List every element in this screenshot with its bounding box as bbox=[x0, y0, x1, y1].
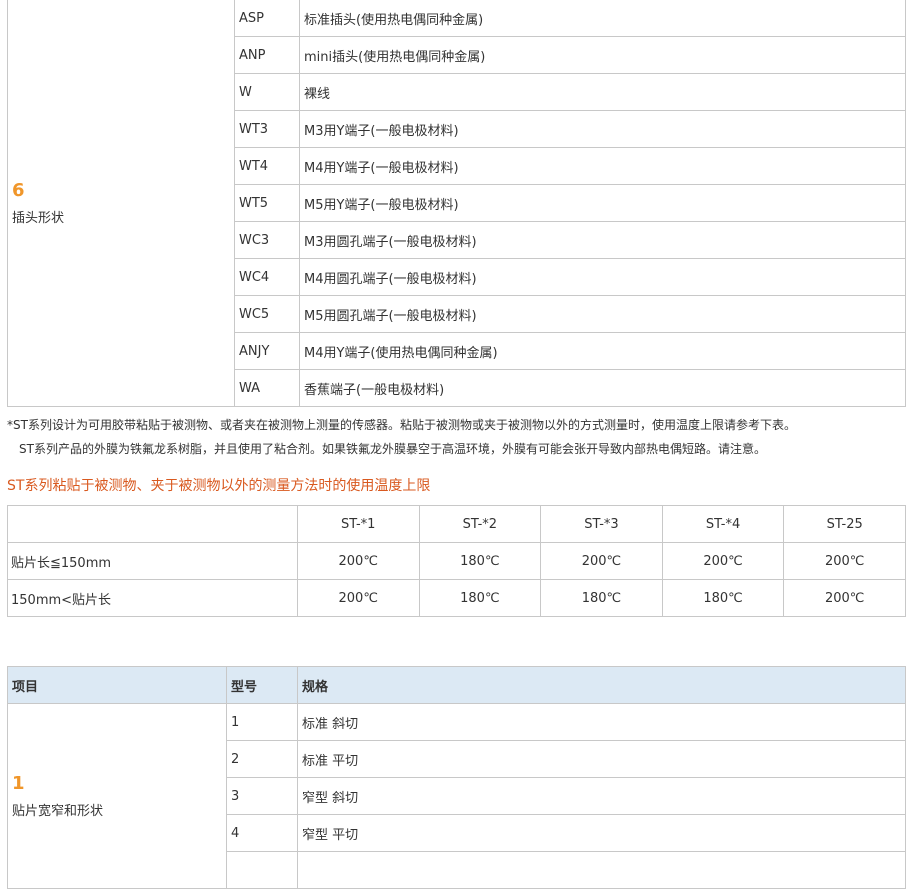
model-code: WC4 bbox=[234, 258, 300, 296]
model-code: WT3 bbox=[234, 110, 300, 148]
plug-shape-table: 6 插头形状 ASP 标准插头(使用热电偶同种金属) ANP mini插头(使用热… bbox=[7, 0, 906, 407]
model-desc: 窄型 斜切 bbox=[297, 777, 906, 815]
model-code: 4 bbox=[226, 814, 298, 852]
note-line-1: *ST系列设计为可用胶带粘贴于被测物、或者夹在被测物上测量的传感器。粘贴于被测物… bbox=[7, 418, 796, 432]
model-code bbox=[226, 851, 298, 889]
temp-cell: 200℃ bbox=[296, 542, 420, 580]
temperature-limit-table: ST-*1 ST-*2 ST-*3 ST-*4 ST-25 贴片长≦150mm … bbox=[7, 505, 906, 617]
model-desc bbox=[297, 851, 906, 889]
model-desc: 标准插头(使用热电偶同种金属) bbox=[299, 0, 906, 37]
model-desc: M3用圆孔端子(一般电极材料) bbox=[299, 221, 906, 259]
header-model: 型号 bbox=[226, 666, 298, 704]
model-code: ANJY bbox=[234, 332, 300, 370]
model-desc: M4用圆孔端子(一般电极材料) bbox=[299, 258, 906, 296]
temp-cell: 200℃ bbox=[661, 542, 785, 580]
table-row: 150mm<贴片长 200℃ 180℃ 180℃ 180℃ 200℃ bbox=[7, 579, 906, 617]
section-cell: 6 插头形状 bbox=[7, 0, 235, 407]
header-cell: ST-25 bbox=[783, 505, 906, 543]
note-line-2: ST系列产品的外膜为铁氟龙系树脂，并且使用了粘合剂。如果铁氟龙外膜暴空于高温环境… bbox=[19, 442, 766, 456]
row-label: 150mm<贴片长 bbox=[7, 579, 298, 617]
header-cell: ST-*1 bbox=[296, 505, 420, 543]
model-code: WT4 bbox=[234, 147, 300, 185]
model-desc: 标准 斜切 bbox=[297, 703, 906, 741]
section-label: 贴片宽窄和形状 bbox=[12, 804, 104, 819]
model-desc: 香蕉端子(一般电极材料) bbox=[299, 369, 906, 407]
model-desc: M4用Y端子(一般电极材料) bbox=[299, 147, 906, 185]
table-header-row: 项目 型号 规格 bbox=[7, 666, 906, 704]
model-code: ASP bbox=[234, 0, 300, 37]
header-spec: 规格 bbox=[297, 666, 906, 704]
header-cell: ST-*2 bbox=[418, 505, 542, 543]
header-cell bbox=[7, 505, 298, 543]
model-code: ANP bbox=[234, 36, 300, 74]
model-desc: 标准 平切 bbox=[297, 740, 906, 778]
temp-cell: 180℃ bbox=[540, 579, 663, 617]
row-label: 贴片长≦150mm bbox=[7, 542, 298, 580]
model-desc: M5用圆孔端子(一般电极材料) bbox=[299, 295, 906, 333]
table-row: 贴片长≦150mm 200℃ 180℃ 200℃ 200℃ 200℃ bbox=[7, 542, 906, 580]
model-code: WA bbox=[234, 369, 300, 407]
model-code: WC5 bbox=[234, 295, 300, 333]
model-desc: 窄型 平切 bbox=[297, 814, 906, 852]
temp-cell: 180℃ bbox=[418, 542, 542, 580]
model-desc: M3用Y端子(一般电极材料) bbox=[299, 110, 906, 148]
section-number: 1 bbox=[12, 773, 25, 794]
temp-cell: 180℃ bbox=[661, 579, 785, 617]
table-header-row: ST-*1 ST-*2 ST-*3 ST-*4 ST-25 bbox=[7, 505, 906, 543]
section-cell: 1 贴片宽窄和形状 bbox=[7, 703, 227, 889]
header-cell: ST-*4 bbox=[661, 505, 785, 543]
model-code: 3 bbox=[226, 777, 298, 815]
model-desc: 裸线 bbox=[299, 73, 906, 111]
model-code: WC3 bbox=[234, 221, 300, 259]
temp-cell: 200℃ bbox=[540, 542, 663, 580]
model-desc: M5用Y端子(一般电极材料) bbox=[299, 184, 906, 222]
model-code: 2 bbox=[226, 740, 298, 778]
header-cell: ST-*3 bbox=[540, 505, 663, 543]
model-desc: M4用Y端子(使用热电偶同种金属) bbox=[299, 332, 906, 370]
model-code: WT5 bbox=[234, 184, 300, 222]
temp-cell: 200℃ bbox=[783, 542, 906, 580]
patch-shape-table: 项目 型号 规格 1 贴片宽窄和形状 1 标准 斜切 2 标准 平切 3 窄型 斜切… bbox=[7, 666, 906, 889]
model-code: 1 bbox=[226, 703, 298, 741]
header-item: 项目 bbox=[7, 666, 227, 704]
temp-cell: 180℃ bbox=[418, 579, 542, 617]
table-row: 1 贴片宽窄和形状 1 标准 斜切 bbox=[7, 703, 906, 889]
model-desc: mini插头(使用热电偶同种金属) bbox=[299, 36, 906, 74]
temp-cell: 200℃ bbox=[783, 579, 906, 617]
table-row: 6 插头形状 ASP 标准插头(使用热电偶同种金属) bbox=[7, 0, 906, 407]
section-label: 插头形状 bbox=[12, 211, 65, 226]
section-number: 6 bbox=[12, 180, 25, 201]
temp-cell: 200℃ bbox=[296, 579, 420, 617]
temperature-table-title: ST系列粘贴于被测物、夹于被测物以外的测量方法时的使用温度上限 bbox=[7, 478, 431, 494]
model-code: W bbox=[234, 73, 300, 111]
